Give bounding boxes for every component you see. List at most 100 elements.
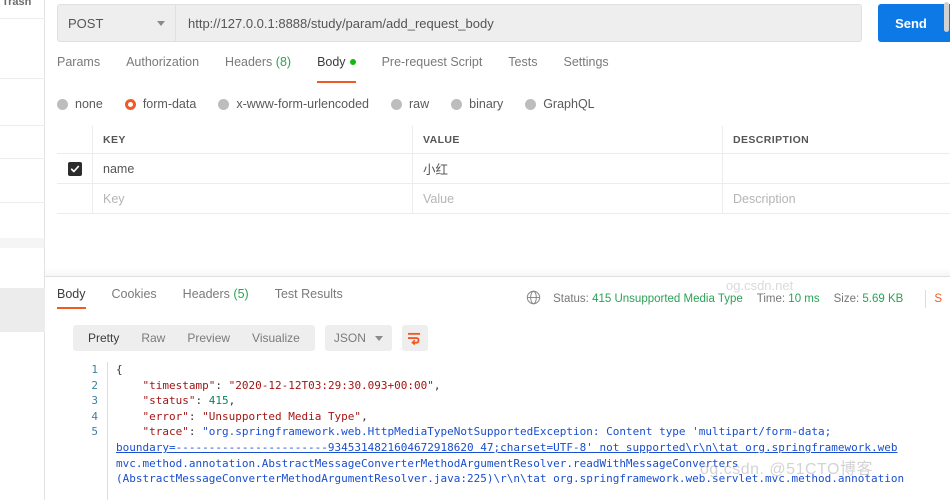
row-value-value: 小红 <box>423 163 449 177</box>
tab-label: Tests <box>508 55 538 69</box>
time-value: 10 ms <box>788 293 820 305</box>
status-label: Status: <box>553 293 589 305</box>
view-mode-pretty[interactable]: Pretty <box>77 331 130 345</box>
save-response-button[interactable]: S <box>934 293 942 305</box>
time-label: Time: <box>756 293 786 305</box>
globe-icon[interactable] <box>526 290 541 308</box>
json-key-error: "error" <box>142 409 189 423</box>
url-bar: POST http://127.0.0.1:8888/study/param/a… <box>57 4 950 42</box>
row-checkbox-cell[interactable] <box>57 154 93 183</box>
send-button[interactable]: Send <box>878 4 944 42</box>
left-sidebar: Trash <box>0 0 45 500</box>
line-number: 4 <box>91 409 98 423</box>
table-header-value: VALUE <box>413 126 723 153</box>
body-modified-dot-icon <box>349 59 356 65</box>
form-data-table: KEY VALUE DESCRIPTION name 小红 Key Value … <box>57 126 950 214</box>
radio-raw[interactable]: raw <box>391 97 429 111</box>
radio-x-www-form-urlencoded[interactable]: x-www-form-urlencoded <box>218 97 369 111</box>
sidebar-block <box>0 238 45 248</box>
checkbox-checked-icon[interactable] <box>67 161 82 176</box>
format-label: JSON <box>333 331 366 345</box>
placeholder-key-cell[interactable]: Key <box>93 184 413 213</box>
url-input[interactable]: http://127.0.0.1:8888/study/param/add_re… <box>175 4 862 42</box>
radio-selected-icon <box>124 98 136 110</box>
json-value-status: 415 <box>208 394 229 408</box>
response-tab-cookies[interactable]: Cookies <box>112 287 157 309</box>
time-badge: Time: 10 ms <box>757 293 820 305</box>
json-value-trace-line-2: boundary=-----------------------93453148… <box>116 440 898 454</box>
meta-divider <box>925 290 927 308</box>
radio-label: form-data <box>142 97 197 111</box>
radio-label: none <box>75 97 103 111</box>
response-view-toolbar: Pretty Raw Preview Visualize JSON <box>73 325 428 351</box>
method-select[interactable]: POST <box>57 4 175 42</box>
size-label: Size: <box>833 293 860 305</box>
postman-window: Trash POST http://127.0.0.1:8888/study/p… <box>0 0 950 500</box>
tab-label: Pre-request Script <box>381 55 483 69</box>
tab-headers[interactable]: Headers (8) <box>225 55 291 83</box>
radio-label: raw <box>409 97 430 111</box>
view-mode-preview[interactable]: Preview <box>176 331 241 345</box>
placeholder-description-text: Description <box>733 191 796 206</box>
wrap-lines-icon <box>408 332 421 345</box>
radio-icon <box>451 98 463 110</box>
placeholder-checkbox-cell[interactable] <box>57 184 93 213</box>
sidebar-block-selected[interactable] <box>0 288 45 332</box>
sidebar-divider <box>0 158 45 159</box>
tab-authorization[interactable]: Authorization <box>126 55 199 83</box>
sidebar-trash-label[interactable]: Trash <box>2 0 31 8</box>
response-body-viewer[interactable]: 1 2 3 4 5 { "timestamp": "2020-12-12T03:… <box>73 362 950 500</box>
tab-label: Headers <box>225 55 273 69</box>
tab-label: Params <box>57 55 101 69</box>
status-badge: Status: 415 Unsupported Media Type <box>553 293 743 305</box>
response-tab-body[interactable]: Body <box>57 287 86 309</box>
tab-pre-request-script[interactable]: Pre-request Script <box>382 55 483 83</box>
response-headers-count: (5) <box>233 287 249 301</box>
response-tab-headers[interactable]: Headers (5) <box>183 287 249 309</box>
radio-icon <box>391 98 402 110</box>
view-mode-visualize[interactable]: Visualize <box>241 331 311 345</box>
radio-icon <box>57 98 68 110</box>
json-code: { "timestamp": "2020-12-12T03:29:30.093+… <box>107 362 950 500</box>
tab-params[interactable]: Params <box>57 55 100 83</box>
format-select[interactable]: JSON <box>324 325 392 351</box>
radio-binary[interactable]: binary <box>451 97 503 111</box>
line-number: 3 <box>91 394 98 408</box>
chevron-down-icon <box>374 335 383 341</box>
tab-label: Body <box>317 55 346 69</box>
json-key-timestamp: "timestamp" <box>142 378 216 392</box>
row-key-value: name <box>103 161 135 176</box>
table-placeholder-row: Key Value Description <box>57 184 950 214</box>
tab-label: Body <box>57 287 86 301</box>
size-value: 5.69 KB <box>862 293 904 305</box>
row-key-cell[interactable]: name <box>93 154 413 183</box>
tab-settings[interactable]: Settings <box>563 55 608 83</box>
table-header-checkbox-cell <box>57 126 93 153</box>
response-tabs: Body Cookies Headers (5) Test Results <box>57 287 369 309</box>
tab-tests[interactable]: Tests <box>508 55 537 83</box>
response-tab-test-results[interactable]: Test Results <box>275 287 343 309</box>
placeholder-description-cell[interactable]: Description <box>723 184 950 213</box>
json-value-trace-line-4: (AbstractMessageConverterMethodArgumentR… <box>116 472 905 486</box>
radio-none[interactable]: none <box>57 97 103 111</box>
json-open-brace: { <box>116 363 123 376</box>
scrollbar-thumb[interactable] <box>944 2 949 32</box>
pane-splitter[interactable] <box>45 276 950 277</box>
tab-headers-count: (8) <box>275 55 292 69</box>
radio-graphql[interactable]: GraphQL <box>525 97 595 111</box>
json-value-trace-line-1: "org.springframework.web.HttpMediaTypeNo… <box>202 425 832 439</box>
radio-icon <box>218 98 230 110</box>
wrap-lines-button[interactable] <box>401 325 428 351</box>
table-header-row: KEY VALUE DESCRIPTION <box>57 126 950 154</box>
size-badge: Size: 5.69 KB <box>834 293 904 305</box>
request-tabs: Params Authorization Headers (8) Body Pr… <box>57 55 635 83</box>
view-mode-raw[interactable]: Raw <box>130 331 176 345</box>
placeholder-value-cell[interactable]: Value <box>413 184 723 213</box>
radio-form-data[interactable]: form-data <box>124 97 197 111</box>
radio-label: x-www-form-urlencoded <box>236 97 369 111</box>
tab-body[interactable]: Body <box>317 55 356 83</box>
row-value-cell[interactable]: 小红 <box>413 154 723 183</box>
table-row: name 小红 <box>57 154 950 184</box>
row-description-cell[interactable] <box>723 154 950 183</box>
tab-label: Headers <box>182 287 230 301</box>
